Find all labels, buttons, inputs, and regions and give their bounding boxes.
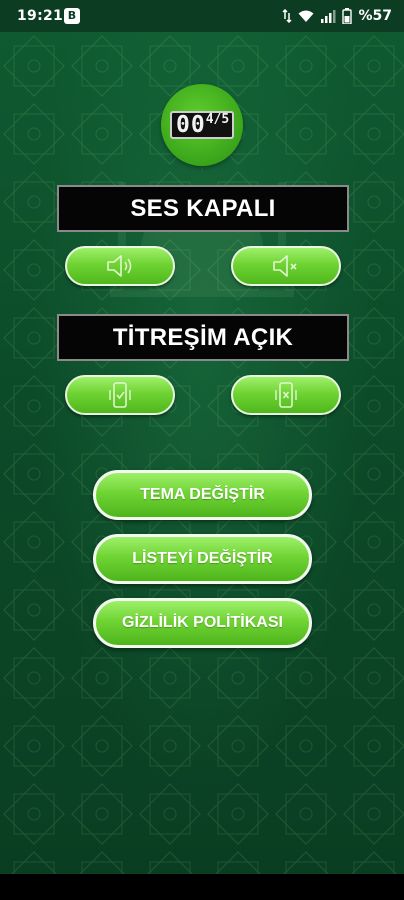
change-list-button[interactable]: LİSTEYİ DEĞİŞTİR (93, 534, 312, 584)
data-arrows-icon (282, 9, 293, 23)
counter-digits: 00 (176, 112, 206, 138)
speaker-on-icon (107, 255, 132, 277)
wifi-icon (298, 10, 314, 22)
sound-on-button[interactable] (65, 246, 175, 286)
status-icons: %57 (282, 7, 392, 25)
change-theme-button[interactable]: TEMA DEĞİŞTİR (93, 470, 312, 520)
phone-vibrate-check-icon (109, 382, 131, 408)
status-bar: 19:21 B %57 (0, 0, 404, 32)
vibration-off-button[interactable] (231, 375, 341, 415)
battery-percentage: %57 (358, 8, 392, 24)
app-notification-icon: B (64, 8, 80, 24)
signal-icon (321, 10, 336, 23)
settings-screen: 004/5 SES KAPALI TİTREŞİM AÇIK TEMA DEĞİ… (0, 32, 404, 874)
vibration-on-button[interactable] (65, 375, 175, 415)
battery-icon (342, 8, 353, 24)
privacy-policy-button[interactable]: GİZLİLİK POLİTİKASI (93, 598, 312, 648)
phone-vibrate-off-icon (275, 382, 297, 408)
sound-off-button[interactable] (231, 246, 341, 286)
counter-display: 004/5 (170, 111, 234, 139)
counter-rolling-digit: 4/5 (205, 112, 230, 127)
status-time: 19:21 (17, 8, 64, 24)
vibration-status-label: TİTREŞİM AÇIK (57, 314, 349, 361)
navigation-bar (0, 874, 404, 900)
speaker-muted-icon (273, 255, 297, 277)
sound-status-label: SES KAPALI (57, 185, 349, 232)
